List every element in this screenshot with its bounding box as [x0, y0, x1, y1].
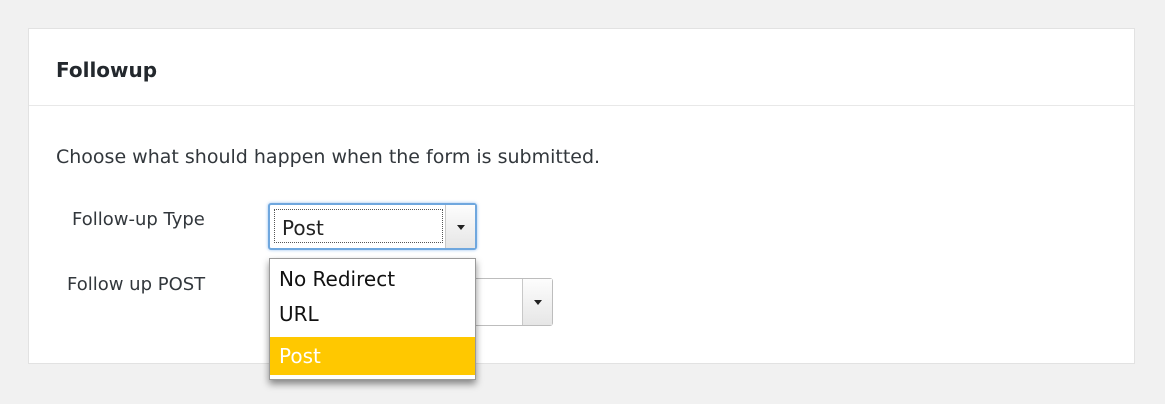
follow-up-post-label: Follow up POST — [67, 274, 206, 295]
follow-up-type-select[interactable]: Post — [268, 203, 477, 250]
chevron-down-icon — [456, 224, 465, 230]
panel-title: Followup — [56, 58, 158, 82]
panel-header: Followup — [29, 29, 1134, 106]
select-focus-ring: Post — [274, 209, 443, 243]
panel-description: Choose what should happen when the form … — [56, 146, 601, 168]
follow-up-type-dropdown: No Redirect URL Post — [269, 258, 476, 380]
chevron-down-icon — [533, 300, 542, 305]
option-url[interactable]: URL — [270, 297, 475, 332]
select-value: Post — [282, 216, 324, 240]
follow-up-type-label: Follow-up Type — [72, 209, 205, 230]
followup-panel: Followup Choose what should happen when … — [28, 28, 1135, 380]
option-post[interactable]: Post — [270, 337, 475, 375]
select-arrow-button[interactable] — [522, 279, 552, 325]
option-no-redirect[interactable]: No Redirect — [270, 262, 475, 297]
select-arrow-button[interactable] — [445, 205, 475, 248]
